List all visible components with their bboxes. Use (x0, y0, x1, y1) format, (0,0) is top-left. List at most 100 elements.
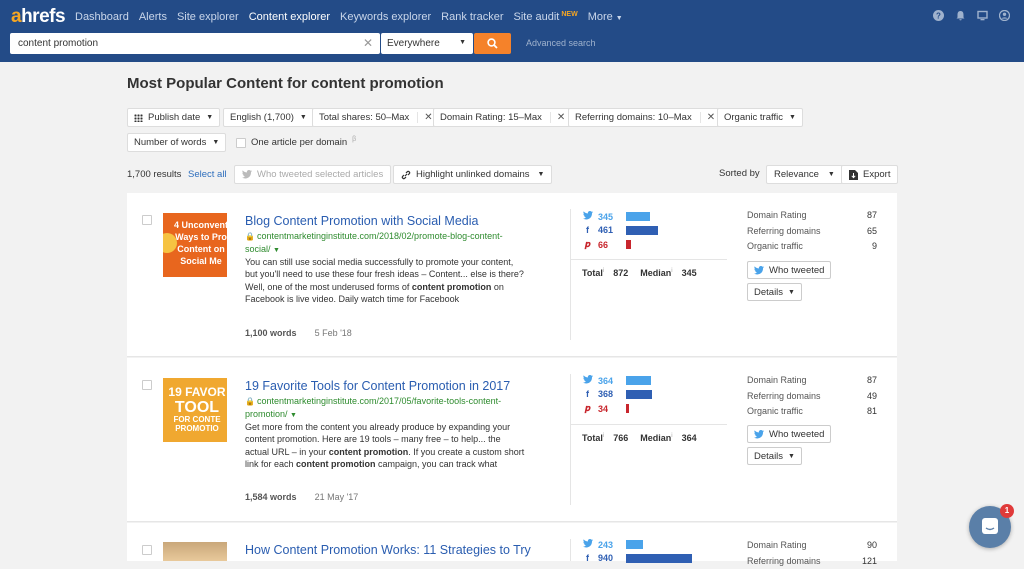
monitor-icon[interactable] (977, 10, 988, 21)
info-icon: i (603, 268, 604, 274)
total-shares-filter[interactable]: Total shares: 50–Max ✕ (312, 108, 440, 127)
location-select-value: Everywhere (387, 38, 440, 49)
divider (570, 209, 571, 340)
details-button[interactable]: Details▼ (747, 447, 802, 465)
nav-rank-tracker[interactable]: Rank tracker (441, 11, 503, 23)
organic-traffic-row: Organic traffic9 (747, 239, 877, 255)
organic-traffic-value: 81 (867, 404, 877, 420)
domain-rating-value: 90 (867, 538, 877, 554)
share-totals: Totali766Mediani364 (582, 433, 697, 443)
chat-launcher[interactable]: 1 (969, 506, 1011, 548)
number-of-words-filter[interactable]: Number of words▼ (127, 133, 226, 152)
search-input[interactable] (10, 33, 350, 54)
snippet-highlight: content promotion (412, 282, 492, 292)
domain-rating-filter[interactable]: Domain Rating: 15–Max✕ (433, 108, 572, 127)
facebook-count: 940 (598, 553, 626, 563)
article-thumbnail[interactable]: 4 Unconvent Ways to Pro Content on Socia… (163, 213, 227, 277)
chevron-down-icon: ▼ (788, 453, 795, 460)
export-button[interactable]: Export (841, 165, 898, 184)
clear-icon[interactable]: ✕ (363, 37, 373, 49)
domain-rating-label: Domain Rating (747, 538, 807, 554)
remove-filter-icon[interactable]: ✕ (550, 112, 565, 123)
divider (570, 539, 571, 561)
twitter-count: 243 (598, 540, 626, 550)
ahrefs-logo[interactable]: ahrefs (11, 6, 65, 28)
article-thumbnail[interactable] (163, 542, 227, 561)
info-icon: i (671, 268, 672, 274)
share-totals: Totali872Mediani345 (582, 268, 697, 278)
facebook-shares: f461 (582, 225, 658, 235)
article-url[interactable]: 🔒contentmarketinginstitute.com/2018/02/p… (245, 230, 525, 257)
article-url-text: contentmarketinginstitute.com/2018/02/pr… (245, 231, 503, 254)
total-shares-label: Total shares: 50–Max (319, 112, 409, 123)
link-icon (401, 170, 411, 180)
info-icon: β (352, 136, 356, 143)
publish-date: 5 Feb '18 (315, 328, 352, 338)
divider (570, 374, 571, 505)
snippet-text: campaign, you can track what (376, 459, 498, 469)
pinterest-bar (626, 404, 629, 413)
one-article-per-domain[interactable]: One article per domainβ (236, 137, 356, 148)
facebook-bar (626, 554, 692, 563)
article-checkbox[interactable] (142, 215, 152, 225)
sort-select[interactable]: Relevance▼ (766, 165, 843, 184)
bell-icon[interactable] (955, 10, 966, 21)
one-article-checkbox[interactable] (236, 138, 246, 148)
article-card: How Content Promotion Works: 11 Strategi… (127, 523, 897, 561)
select-all-link[interactable]: Select all (188, 169, 227, 180)
who-tweeted-button[interactable]: Who tweeted (747, 425, 831, 443)
median-label: Median (640, 433, 671, 443)
nav-keywords-explorer[interactable]: Keywords explorer (340, 11, 431, 23)
language-filter[interactable]: English (1,700)▼ (223, 108, 314, 127)
nav-site-explorer[interactable]: Site explorer (177, 11, 239, 23)
details-label: Details (754, 287, 783, 298)
help-icon[interactable]: ? (933, 10, 944, 21)
who-tweeted-selected-button[interactable]: Who tweeted selected articles (234, 165, 391, 184)
article-checkbox[interactable] (142, 380, 152, 390)
referring-domains-label: Referring domains: 10–Max (575, 112, 692, 123)
article-title[interactable]: 19 Favorite Tools for Content Promotion … (245, 379, 510, 393)
location-select[interactable]: Everywhere▼ (381, 33, 473, 54)
nav-dashboard[interactable]: Dashboard (75, 11, 129, 23)
highlight-unlinked-label: Highlight unlinked domains (416, 169, 530, 180)
article-checkbox[interactable] (142, 545, 152, 555)
article-metrics: Domain Rating87 Referring domains65 Orga… (747, 208, 877, 255)
details-button[interactable]: Details▼ (747, 283, 802, 301)
account-icon[interactable] (999, 10, 1010, 21)
nav-more[interactable]: More▼ (588, 11, 623, 23)
facebook-icon: f (582, 553, 593, 563)
lock-icon: 🔒 (245, 397, 255, 406)
highlight-unlinked-button[interactable]: Highlight unlinked domains ▼ (393, 165, 552, 184)
article-card: 4 Unconvent Ways to Pro Content on Socia… (127, 193, 897, 357)
snippet-highlight: content promotion (296, 459, 376, 469)
publish-date-filter[interactable]: Publish date▼ (127, 108, 220, 127)
svg-text:Ways to Pro: Ways to Pro (175, 232, 227, 242)
pinterest-count: 66 (598, 240, 626, 250)
chevron-down-icon: ▼ (273, 247, 280, 254)
article-title[interactable]: Blog Content Promotion with Social Media (245, 214, 478, 228)
nav-alerts[interactable]: Alerts (139, 11, 167, 23)
article-title[interactable]: How Content Promotion Works: 11 Strategi… (245, 543, 531, 557)
article-thumbnail[interactable]: 19 FAVOR TOOL FOR CONTE PROMOTIO (163, 378, 227, 442)
remove-filter-icon[interactable]: ✕ (417, 112, 432, 123)
referring-domains-filter[interactable]: Referring domains: 10–Max ✕ (568, 108, 722, 127)
referring-domains-row: Referring domains65 (747, 224, 877, 240)
search-button[interactable] (474, 33, 511, 54)
facebook-icon: f (582, 389, 593, 399)
chevron-down-icon: ▼ (290, 412, 297, 419)
referring-domains-label: Referring domains (747, 554, 821, 569)
who-tweeted-button[interactable]: Who tweeted (747, 261, 831, 279)
organic-traffic-filter[interactable]: Organic traffic▼ (717, 108, 803, 127)
svg-text:PROMOTIO: PROMOTIO (175, 424, 219, 433)
article-meta: 1,100 words5 Feb '18 (245, 328, 352, 338)
number-of-words-label: Number of words (134, 137, 206, 148)
advanced-search-link[interactable]: Advanced search (526, 38, 596, 48)
twitter-shares: 364 (582, 375, 651, 386)
svg-text:19 FAVOR: 19 FAVOR (168, 385, 225, 399)
nav-content-explorer[interactable]: Content explorer (249, 11, 330, 23)
article-url[interactable]: 🔒contentmarketinginstitute.com/2017/05/f… (245, 395, 525, 422)
remove-filter-icon[interactable]: ✕ (700, 112, 715, 123)
words-label: words (270, 492, 297, 502)
nav-site-audit[interactable]: Site auditNEW (514, 11, 578, 23)
nav-more-label: More (588, 11, 613, 23)
